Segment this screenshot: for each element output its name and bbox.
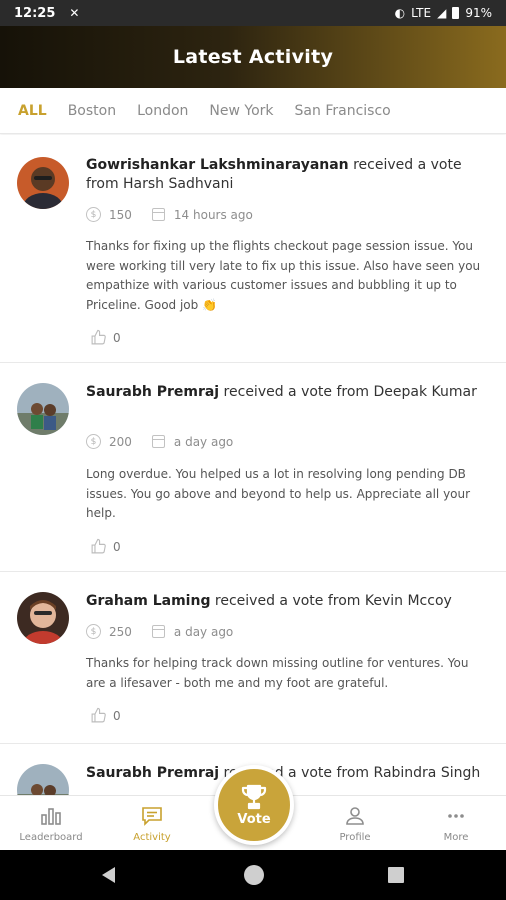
signal-icon: ◐ (394, 6, 406, 20)
avatar[interactable] (17, 764, 69, 795)
vote-message: Thanks for helping track down missing ou… (86, 656, 469, 690)
city-tabs: ALL Boston London New York San Francisco (0, 88, 506, 134)
avatar[interactable] (17, 592, 69, 644)
nav-more-label: More (443, 832, 469, 843)
nav-profile[interactable]: Profile (310, 796, 400, 851)
app-header: Latest Activity (0, 26, 506, 88)
chat-icon (142, 807, 162, 826)
recipient-name[interactable]: Gowrishankar Lakshminarayanan (86, 157, 349, 173)
like-count: 0 (113, 330, 121, 345)
cell-signal-icon: ◢ (437, 6, 447, 20)
nav-more[interactable]: More (411, 796, 501, 851)
status-bar: 12:25 ✕ ◐ LTE ◢ 91% (0, 0, 506, 26)
timestamp: a day ago (173, 434, 234, 449)
tab-boston[interactable]: Boston (68, 103, 116, 119)
vote-description: received a vote from Kevin Mccoy (210, 593, 452, 609)
like-button[interactable]: 0 (90, 707, 121, 724)
tab-san-francisco[interactable]: San Francisco (295, 103, 391, 119)
ellipsis-icon (448, 814, 464, 818)
tab-all[interactable]: ALL (18, 103, 47, 119)
status-time: 12:25 (14, 5, 56, 21)
like-count: 0 (113, 708, 121, 723)
coin-icon: $ (86, 434, 101, 449)
activity-meta: $ 150 14 hours ago (86, 207, 253, 222)
vote-message: Long overdue. You helped us a lot in res… (86, 467, 471, 520)
thumbs-up-icon (91, 329, 106, 345)
activity-meta: $ 250 a day ago (86, 624, 233, 639)
home-icon[interactable] (244, 865, 264, 885)
activity-headline: Saurabh Premraj received a vote from Dee… (86, 383, 491, 402)
trophy-icon (241, 784, 267, 809)
activity-card[interactable]: Graham Laming received a vote from Kevin… (0, 572, 506, 744)
like-button[interactable]: 0 (90, 538, 121, 555)
status-indicators: ◐ LTE ◢ 91% (395, 6, 492, 20)
calendar-icon (151, 208, 165, 221)
person-icon (346, 807, 364, 825)
avatar[interactable] (17, 157, 69, 209)
activity-meta: $ 200 a day ago (86, 434, 233, 449)
activity-card[interactable]: Gowrishankar Lakshminarayanan received a… (0, 135, 506, 363)
system-navigation-bar (0, 850, 506, 900)
network-label: LTE (411, 6, 432, 20)
points-value: 200 (109, 434, 132, 449)
nav-profile-label: Profile (339, 832, 371, 843)
tab-new-york[interactable]: New York (209, 103, 273, 119)
like-button[interactable]: 0 (90, 329, 121, 346)
like-count: 0 (113, 539, 121, 554)
recipient-name[interactable]: Saurabh Premraj (86, 765, 219, 781)
timestamp: 14 hours ago (173, 207, 253, 222)
vote-message: Thanks for fixing up the flights checkou… (86, 239, 481, 312)
activity-headline: Saurabh Premraj received a vote from Rab… (86, 764, 491, 783)
coin-icon: $ (86, 207, 101, 222)
battery-label: 91% (465, 6, 492, 20)
nav-activity[interactable]: Activity (107, 796, 197, 851)
recipient-name[interactable]: Graham Laming (86, 593, 210, 609)
timestamp: a day ago (173, 624, 234, 639)
vote-button-label: Vote (237, 811, 271, 827)
activity-card[interactable]: Saurabh Premraj received a vote from Dee… (0, 363, 506, 572)
points-value: 150 (109, 207, 132, 222)
calendar-icon (151, 625, 165, 638)
activity-headline: Gowrishankar Lakshminarayanan received a… (86, 156, 491, 194)
page-title: Latest Activity (172, 46, 334, 68)
tab-london[interactable]: London (137, 103, 188, 119)
nav-leaderboard[interactable]: Leaderboard (6, 796, 96, 851)
avatar[interactable] (17, 383, 69, 435)
vote-button[interactable]: Vote (214, 765, 294, 845)
battery-icon (452, 7, 460, 19)
thumbs-up-icon (91, 538, 106, 554)
back-icon[interactable] (102, 867, 115, 883)
vote-description: received a vote from Deepak Kumar (219, 384, 477, 400)
thumbs-up-icon (91, 707, 106, 723)
coin-icon: $ (86, 624, 101, 639)
recipient-name[interactable]: Saurabh Premraj (86, 384, 219, 400)
bar-chart-icon (41, 808, 61, 825)
nav-leaderboard-label: Leaderboard (19, 832, 83, 843)
recent-apps-icon[interactable] (388, 867, 404, 883)
calendar-icon (151, 435, 165, 448)
points-value: 250 (109, 624, 132, 639)
activity-headline: Graham Laming received a vote from Kevin… (86, 592, 491, 611)
activity-feed[interactable]: Gowrishankar Lakshminarayanan received a… (0, 135, 506, 795)
nav-activity-label: Activity (133, 832, 171, 843)
notification-icon: ✕ (69, 6, 80, 20)
